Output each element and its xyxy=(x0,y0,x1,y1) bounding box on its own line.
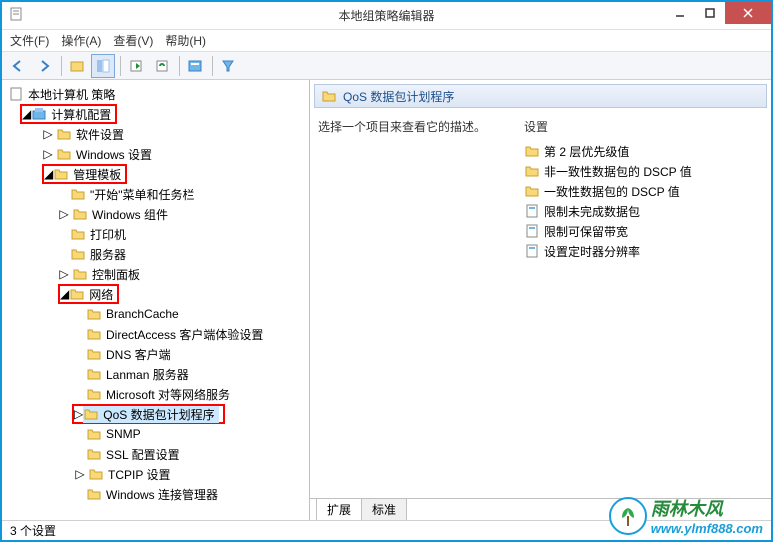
setting-folder-item[interactable]: 第 2 层优先级值 xyxy=(524,141,765,161)
item-label: 设置定时器分辨率 xyxy=(544,243,640,260)
tree-label: Windows 设置 xyxy=(76,146,152,163)
tree-label: 打印机 xyxy=(90,226,126,243)
window-title: 本地组策略编辑器 xyxy=(338,7,434,24)
tree-windows-components[interactable]: ▷ Windows 组件 xyxy=(58,204,305,224)
tree-label: SNMP xyxy=(106,427,141,441)
tree-qos[interactable]: ▷ QoS 数据包计划程序 xyxy=(72,404,225,424)
tree-label: 管理模板 xyxy=(73,166,121,183)
folder-icon xyxy=(321,88,337,104)
status-text: 3 个设置 xyxy=(10,522,56,539)
expand-icon[interactable]: ▷ xyxy=(74,468,86,480)
item-label: 第 2 层优先级值 xyxy=(544,143,629,160)
tree-windows-conn-mgr[interactable]: Windows 连接管理器 xyxy=(86,484,305,504)
setting-folder-item[interactable]: 一致性数据包的 DSCP 值 xyxy=(524,181,765,201)
collapse-icon[interactable]: ◢ xyxy=(44,167,53,181)
refresh-button[interactable] xyxy=(150,54,174,78)
tree-network[interactable]: ◢ 网络 xyxy=(58,284,119,304)
maximize-button[interactable] xyxy=(695,2,725,24)
tree-tcpip[interactable]: ▷ TCPIP 设置 xyxy=(74,464,305,484)
tree-label: DNS 客户端 xyxy=(106,346,171,363)
tree-ssl-config[interactable]: SSL 配置设置 xyxy=(86,444,305,464)
item-label: 限制可保留带宽 xyxy=(544,223,628,240)
tree-branchcache[interactable]: BranchCache xyxy=(86,304,305,324)
tree-label: Windows 连接管理器 xyxy=(106,486,218,503)
tree-label: BranchCache xyxy=(106,307,179,321)
tree-dns-client[interactable]: DNS 客户端 xyxy=(86,344,305,364)
expand-icon[interactable]: ▷ xyxy=(58,208,70,220)
expand-icon[interactable]: ▷ xyxy=(42,128,54,140)
detail-description: 选择一个项目来查看它的描述。 xyxy=(318,118,518,498)
tree-root-label: 本地计算机 策略 xyxy=(28,86,115,103)
tree-software-settings[interactable]: ▷ 软件设置 xyxy=(42,124,305,144)
tree-panel[interactable]: 本地计算机 策略 ◢ 计算机配置 ▷ 软件设置 ▷ Windows xyxy=(2,80,310,520)
tree-label: Windows 组件 xyxy=(92,206,168,223)
item-label: 非一致性数据包的 DSCP 值 xyxy=(544,163,692,180)
detail-panel: QoS 数据包计划程序 选择一个项目来查看它的描述。 设置 第 2 层优先级值 … xyxy=(310,80,771,520)
tree-root[interactable]: 本地计算机 策略 xyxy=(6,84,305,104)
tree-start-taskbar[interactable]: "开始"菜单和任务栏 xyxy=(70,184,305,204)
close-button[interactable] xyxy=(725,2,771,24)
tree-lanman-server[interactable]: Lanman 服务器 xyxy=(86,364,305,384)
tree-label: "开始"菜单和任务栏 xyxy=(90,186,195,203)
tree-label: Microsoft 对等网络服务 xyxy=(106,386,230,403)
collapse-icon[interactable]: ◢ xyxy=(22,107,31,121)
detail-header: QoS 数据包计划程序 xyxy=(314,84,767,108)
expand-icon[interactable]: ▷ xyxy=(74,407,83,421)
tab-standard[interactable]: 标准 xyxy=(361,498,407,520)
setting-policy-item[interactable]: 设置定时器分辨率 xyxy=(524,241,765,261)
menu-view[interactable]: 查看(V) xyxy=(113,32,153,49)
watermark-cn: 雨林木风 xyxy=(651,495,763,521)
detail-header-title: QoS 数据包计划程序 xyxy=(343,88,454,105)
minimize-button[interactable] xyxy=(665,2,695,24)
setting-policy-item[interactable]: 限制未完成数据包 xyxy=(524,201,765,221)
menubar: 文件(F) 操作(A) 查看(V) 帮助(H) xyxy=(2,30,771,52)
view-button[interactable] xyxy=(91,54,115,78)
tree-label: 计算机配置 xyxy=(51,106,111,123)
forward-button[interactable] xyxy=(32,54,56,78)
item-label: 限制未完成数据包 xyxy=(544,203,640,220)
tree-label: 网络 xyxy=(89,286,113,303)
tree-label: TCPIP 设置 xyxy=(108,466,170,483)
tree-control-panel[interactable]: ▷ 控制面板 xyxy=(58,264,305,284)
tree-windows-settings[interactable]: ▷ Windows 设置 xyxy=(42,144,305,164)
tree-label: 服务器 xyxy=(90,246,126,263)
menu-file[interactable]: 文件(F) xyxy=(10,32,49,49)
properties-button[interactable] xyxy=(183,54,207,78)
item-label: 一致性数据包的 DSCP 值 xyxy=(544,183,680,200)
watermark: 雨林木风 www.ylmf888.com xyxy=(609,495,763,536)
tree-label: 软件设置 xyxy=(76,126,124,143)
tree-servers[interactable]: 服务器 xyxy=(70,244,305,264)
tree-label: Lanman 服务器 xyxy=(106,366,189,383)
tree-snmp[interactable]: SNMP xyxy=(86,424,305,444)
settings-column-header[interactable]: 设置 xyxy=(524,118,765,135)
watermark-url: www.ylmf888.com xyxy=(651,521,763,536)
expand-icon[interactable]: ▷ xyxy=(58,268,70,280)
tab-extended[interactable]: 扩展 xyxy=(316,498,362,520)
export-button[interactable] xyxy=(124,54,148,78)
menu-action[interactable]: 操作(A) xyxy=(61,32,101,49)
tree-label: SSL 配置设置 xyxy=(106,446,180,463)
toolbar xyxy=(2,52,771,80)
setting-folder-item[interactable]: 非一致性数据包的 DSCP 值 xyxy=(524,161,765,181)
expand-icon[interactable]: ▷ xyxy=(42,148,54,160)
filter-button[interactable] xyxy=(216,54,240,78)
titlebar: 本地组策略编辑器 xyxy=(2,2,771,30)
up-button[interactable] xyxy=(65,54,89,78)
app-icon xyxy=(8,6,24,25)
tree-directaccess[interactable]: DirectAccess 客户端体验设置 xyxy=(86,324,305,344)
tree-computer-config[interactable]: ◢ 计算机配置 xyxy=(20,104,117,124)
tree-admin-templates[interactable]: ◢ 管理模板 xyxy=(42,164,127,184)
tree-label: DirectAccess 客户端体验设置 xyxy=(106,326,263,343)
tree-label: 控制面板 xyxy=(92,266,140,283)
setting-policy-item[interactable]: 限制可保留带宽 xyxy=(524,221,765,241)
tree-printers[interactable]: 打印机 xyxy=(70,224,305,244)
collapse-icon[interactable]: ◢ xyxy=(60,287,69,301)
tree-label: QoS 数据包计划程序 xyxy=(103,406,214,423)
menu-help[interactable]: 帮助(H) xyxy=(165,32,206,49)
back-button[interactable] xyxy=(6,54,30,78)
logo-icon xyxy=(609,497,647,535)
tree-ms-p2p[interactable]: Microsoft 对等网络服务 xyxy=(86,384,305,404)
